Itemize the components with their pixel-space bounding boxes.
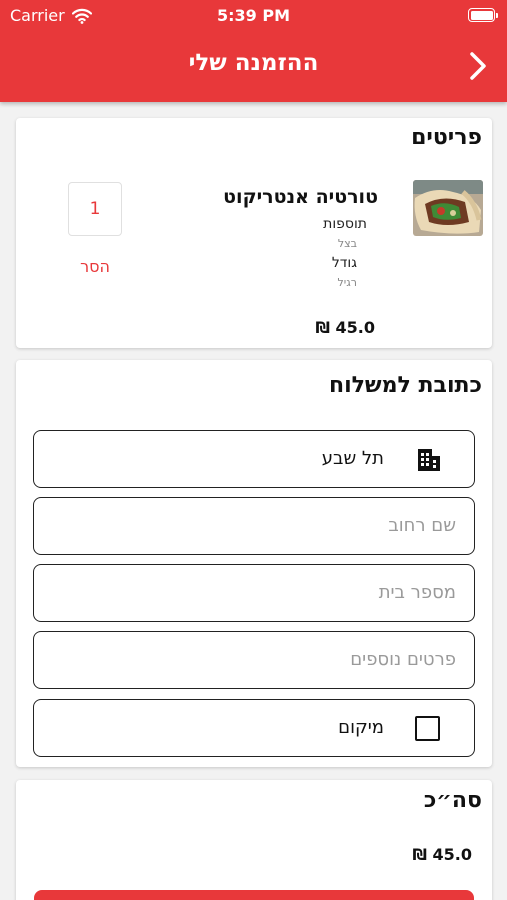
item-size-label: גודל bbox=[331, 255, 357, 271]
location-label: מיקום bbox=[338, 717, 384, 738]
location-field[interactable]: מיקום bbox=[33, 699, 475, 757]
remove-item-button[interactable]: הסר bbox=[70, 257, 120, 276]
item-size-value: רגיל bbox=[337, 276, 357, 289]
quantity-box[interactable]: 1 bbox=[68, 182, 122, 236]
total-card: סה״כ 45.0 ₪ bbox=[16, 780, 492, 900]
item-price: 45.0 ₪ bbox=[315, 318, 375, 337]
total-section-title: סה״כ bbox=[423, 788, 482, 813]
building-icon bbox=[418, 449, 440, 471]
address-section-title: כתובת למשלוח bbox=[328, 373, 482, 398]
items-card: פריטים טורטיה אנטריקוט תוספות בצל גודל ר… bbox=[16, 118, 492, 348]
tortilla-wrap-image bbox=[413, 180, 483, 236]
status-bar: Carrier 5:39 PM bbox=[0, 0, 507, 32]
total-amount: 45.0 ₪ bbox=[412, 845, 472, 864]
additional-details-placeholder: פרטים נוספים bbox=[350, 649, 456, 670]
item-image bbox=[413, 180, 483, 236]
address-card: כתובת למשלוח תל שבע שם רחוב מספר בית פרט… bbox=[16, 360, 492, 767]
quantity-value: 1 bbox=[89, 199, 101, 219]
city-value: תל שבע bbox=[321, 448, 384, 469]
house-number-placeholder: מספר בית bbox=[378, 582, 456, 603]
chevron-right-icon[interactable] bbox=[463, 51, 491, 81]
item-addons-value: בצל bbox=[337, 237, 357, 250]
page-title: ההזמנה שלי bbox=[188, 50, 319, 76]
item-name: טורטיה אנטריקוט bbox=[223, 186, 378, 208]
checkout-button[interactable] bbox=[34, 890, 474, 900]
items-section-title: פריטים bbox=[411, 125, 482, 150]
location-checkbox[interactable] bbox=[415, 716, 440, 741]
battery-icon bbox=[468, 8, 498, 22]
city-field[interactable]: תל שבע bbox=[33, 430, 475, 488]
additional-details-input[interactable]: פרטים נוספים bbox=[33, 631, 475, 689]
app-header: Carrier 5:39 PM ההזמנה שלי bbox=[0, 0, 507, 102]
house-number-input[interactable]: מספר בית bbox=[33, 564, 475, 622]
status-time: 5:39 PM bbox=[216, 6, 290, 25]
street-name-input[interactable]: שם רחוב bbox=[33, 497, 475, 555]
street-name-placeholder: שם רחוב bbox=[388, 515, 456, 536]
item-addons-label: תוספות bbox=[323, 216, 367, 232]
